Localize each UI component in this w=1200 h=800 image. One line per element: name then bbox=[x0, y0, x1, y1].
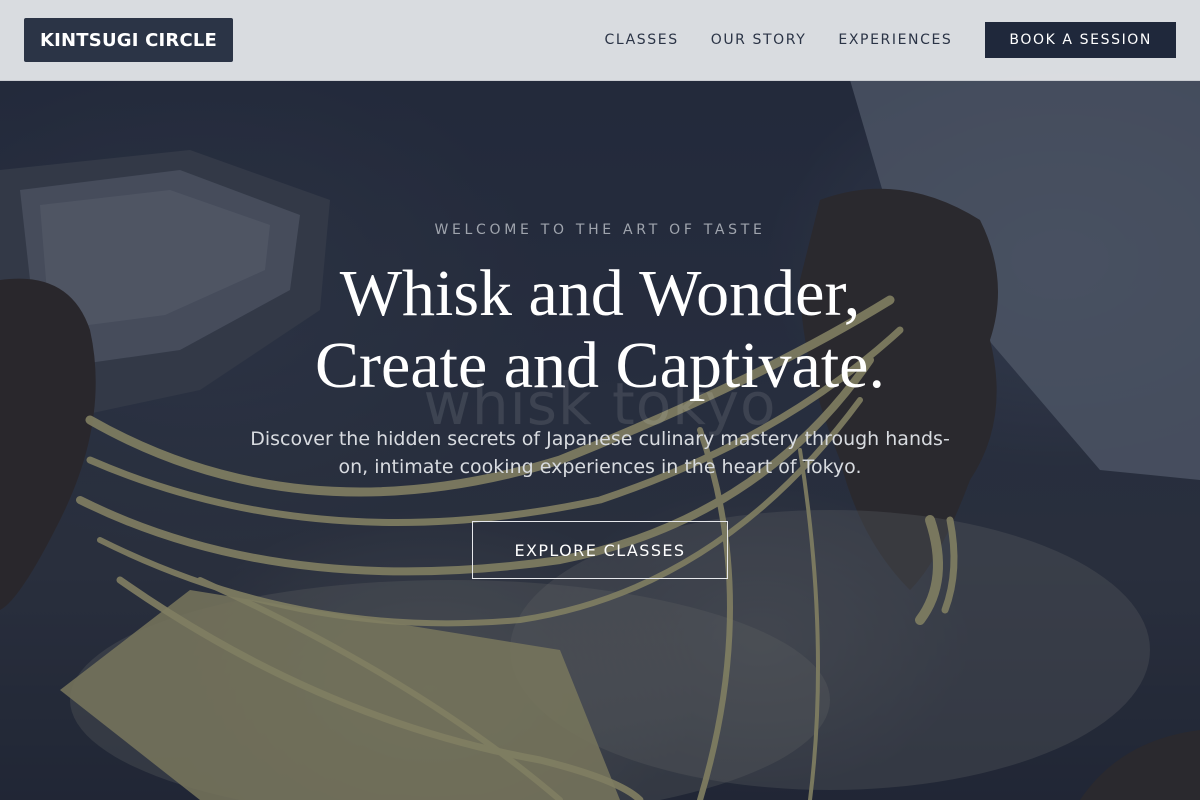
logo[interactable]: KINTSUGI CIRCLE bbox=[24, 18, 234, 62]
nav-link-classes[interactable]: CLASSES bbox=[605, 32, 679, 48]
hero-eyebrow: WELCOME TO THE ART OF TASTE bbox=[434, 222, 766, 238]
nav-link-our-story[interactable]: OUR STORY bbox=[711, 32, 807, 48]
explore-classes-button[interactable]: EXPLORE CLASSES bbox=[472, 521, 728, 579]
hero-watermark: whisk tokyo bbox=[423, 370, 777, 438]
hero-headline-line1: Whisk and Wonder, bbox=[339, 257, 861, 330]
book-session-button[interactable]: BOOK A SESSION bbox=[985, 22, 1176, 58]
nav-link-experiences[interactable]: EXPERIENCES bbox=[838, 32, 952, 48]
main-nav: CLASSES OUR STORY EXPERIENCES BOOK A SES… bbox=[605, 22, 1176, 58]
hero-content: whisk tokyo WELCOME TO THE ART OF TASTE … bbox=[0, 0, 1200, 800]
site-header: KINTSUGI CIRCLE CLASSES OUR STORY EXPERI… bbox=[0, 0, 1200, 81]
